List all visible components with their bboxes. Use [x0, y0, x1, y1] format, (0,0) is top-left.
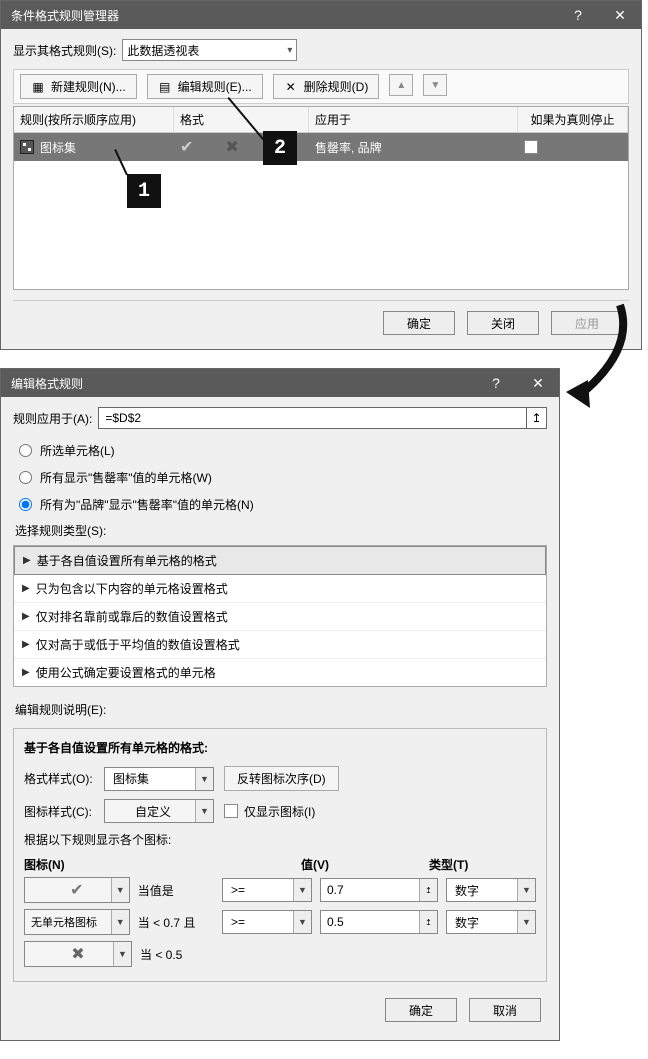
icon-rule-row: ✔▼ 当值是 >=▼ ↥ 数字▼ [24, 877, 536, 903]
show-rules-label: 显示其格式规则(S): [13, 42, 116, 59]
close-button[interactable]: ✕ [599, 1, 641, 29]
reverse-order-button[interactable]: 反转图标次序(D) [224, 766, 339, 791]
delete-rule-button[interactable]: ✕ 删除规则(D) [273, 74, 380, 99]
value-input[interactable]: ↥ [320, 910, 438, 934]
move-down-button[interactable]: ▼ [423, 74, 447, 96]
when-text: 当 < 0.5 [140, 946, 218, 963]
rules-toolbar: ▦ 新建规则(N)... ▤ 编辑规则(E)... ✕ 删除规则(D) ▲ ▼ [13, 69, 629, 104]
when-text: 当 < 0.7 且 [138, 914, 214, 931]
rules-intro: 根据以下规则显示各个图标: [24, 831, 536, 848]
x-icon: ✖ [71, 944, 84, 964]
check-icon: ✔ [70, 880, 83, 900]
rule-name: 图标集 [40, 139, 76, 156]
show-icon-only-checkbox[interactable]: 仅显示图标(I) [224, 803, 315, 820]
rule-row[interactable]: 图标集 ✔ ✖ 售罄率, 品牌 [14, 133, 628, 161]
delete-rule-icon: ✕ [284, 80, 298, 94]
move-up-button[interactable]: ▲ [389, 74, 413, 96]
close-dialog-button[interactable]: 关闭 [467, 311, 539, 335]
rules-grid: 规则(按所示顺序应用) 格式 应用于 如果为真则停止 图标集 ✔ ✖ 售罄率, … [13, 106, 629, 290]
type-dropdown[interactable]: 数字▼ [446, 910, 536, 934]
x-icon: ✖ [225, 137, 238, 157]
edit-rule-icon: ▤ [158, 80, 172, 94]
header-icon: 图标(N) [24, 856, 149, 873]
operator-dropdown[interactable]: >=▼ [222, 910, 312, 934]
rule-applied: 售罄率, 品牌 [309, 133, 518, 161]
ok-button[interactable]: 确定 [385, 998, 457, 1022]
new-rule-button[interactable]: ▦ 新建规则(N)... [20, 74, 137, 99]
header-value: 值(V) [301, 856, 429, 873]
format-style-dropdown[interactable]: 图标集▼ [104, 767, 214, 791]
type-dropdown[interactable]: 数字▼ [446, 878, 536, 902]
desc-label: 编辑规则说明(E): [13, 697, 547, 724]
icon-picker[interactable]: 无单元格图标▼ [24, 909, 130, 935]
apply-to-label: 规则应用于(A): [13, 410, 92, 427]
cancel-button[interactable]: 取消 [469, 998, 541, 1022]
scope-radio-all-field[interactable]: 所有显示"售罄率"值的单元格(W) [13, 464, 547, 491]
mgr-titlebar: 条件格式规则管理器 ? ✕ [1, 1, 641, 29]
col-rule: 规则(按所示顺序应用) [14, 107, 174, 132]
help-button[interactable]: ? [475, 369, 517, 397]
col-applied: 应用于 [309, 107, 518, 132]
range-picker-icon[interactable]: ↥ [526, 408, 546, 428]
iconset-icon [20, 140, 34, 154]
header-type: 类型(T) [429, 856, 536, 873]
close-button[interactable]: ✕ [517, 369, 559, 397]
apply-to-input[interactable]: ↥ [98, 407, 547, 429]
range-picker-icon[interactable]: ↥ [419, 911, 437, 933]
show-rules-dropdown[interactable]: 此数据透视表 [122, 39, 297, 61]
callout-2: 2 [263, 131, 297, 165]
range-picker-icon[interactable]: ↥ [419, 879, 437, 901]
icon-rule-row: 无单元格图标▼ 当 < 0.7 且 >=▼ ↥ 数字▼ [24, 909, 536, 935]
select-type-label: 选择规则类型(S): [13, 518, 547, 545]
icon-style-dropdown[interactable]: 自定义▼ [104, 799, 214, 823]
stop-if-true-checkbox[interactable] [524, 140, 538, 154]
scope-radio-selected[interactable]: 所选单元格(L) [13, 437, 547, 464]
when-text: 当值是 [138, 882, 214, 899]
check-icon: ✔ [180, 137, 193, 157]
icon-rule-row: ✖▼ 当 < 0.5 [24, 941, 536, 967]
edit-titlebar: 编辑格式规则 ? ✕ [1, 369, 559, 397]
ok-button[interactable]: 确定 [383, 311, 455, 335]
icon-picker[interactable]: ✔▼ [24, 877, 130, 903]
rule-type-item[interactable]: ▶仅对高于或低于平均值的数值设置格式 [14, 631, 546, 659]
mgr-title: 条件格式规则管理器 [11, 7, 557, 24]
format-style-label: 格式样式(O): [24, 770, 94, 787]
value-input[interactable]: ↥ [320, 878, 438, 902]
new-rule-icon: ▦ [31, 80, 45, 94]
operator-dropdown[interactable]: >=▼ [222, 878, 312, 902]
col-stop: 如果为真则停止 [518, 107, 628, 132]
rule-type-item[interactable]: ▶使用公式确定要设置格式的单元格 [14, 659, 546, 686]
rule-type-item[interactable]: ▶仅对排名靠前或靠后的数值设置格式 [14, 603, 546, 631]
icon-style-label: 图标样式(C): [24, 803, 94, 820]
icon-picker[interactable]: ✖▼ [24, 941, 132, 967]
rule-type-list: ▶基于各自值设置所有单元格的格式 ▶只为包含以下内容的单元格设置格式 ▶仅对排名… [13, 545, 547, 687]
inner-title: 基于各自值设置所有单元格的格式: [24, 739, 536, 756]
help-button[interactable]: ? [557, 1, 599, 29]
edit-title: 编辑格式规则 [11, 375, 475, 392]
scope-radio-all-field-row[interactable]: 所有为"品牌"显示"售罄率"值的单元格(N) [13, 491, 547, 518]
edit-rule-button[interactable]: ▤ 编辑规则(E)... [147, 74, 263, 99]
rule-type-item[interactable]: ▶只为包含以下内容的单元格设置格式 [14, 575, 546, 603]
flow-arrow-icon [560, 300, 640, 420]
rule-type-item[interactable]: ▶基于各自值设置所有单元格的格式 [14, 546, 546, 575]
col-format: 格式 [174, 107, 309, 132]
callout-1: 1 [127, 174, 161, 208]
